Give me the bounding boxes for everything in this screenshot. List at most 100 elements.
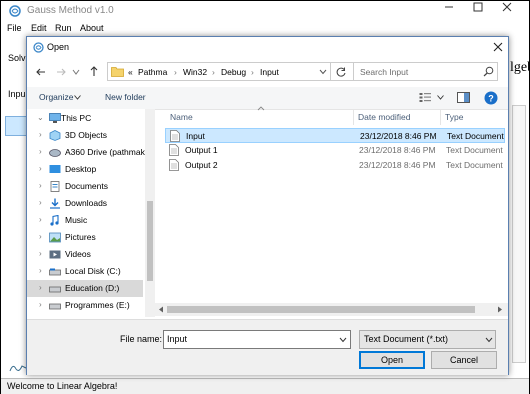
column-type[interactable]: Type xyxy=(445,112,463,122)
menubar: File Edit Run About xyxy=(1,20,529,37)
column-divider[interactable] xyxy=(440,109,441,125)
open-dialog: Open « Pathma › Win32 › Debug › Input Se… xyxy=(26,36,509,375)
filetype-select[interactable]: Text Document (*.txt) xyxy=(359,330,496,349)
chevron-down-icon[interactable] xyxy=(437,95,444,100)
search-icon[interactable] xyxy=(483,66,494,77)
file-row-output-1[interactable]: Output 1 23/12/2018 8:46 PM Text Documen… xyxy=(165,143,505,158)
refresh-icon[interactable] xyxy=(335,66,347,78)
nav-a360-drive[interactable]: › A360 Drive (pathmak xyxy=(27,144,145,161)
app-logo-icon xyxy=(9,5,21,17)
chevron-down-icon[interactable] xyxy=(339,337,347,343)
column-name[interactable]: Name xyxy=(170,112,193,122)
breadcrumb-separator: › xyxy=(251,67,254,77)
file-date: 23/12/2018 8:46 PM xyxy=(360,131,437,141)
pc-icon xyxy=(49,113,61,123)
folder-icon xyxy=(111,67,124,77)
chevron-right-icon[interactable]: › xyxy=(39,130,42,139)
svg-text:?: ? xyxy=(488,94,494,104)
breadcrumb-input[interactable]: Input xyxy=(260,67,279,77)
text-file-icon xyxy=(169,144,179,156)
disk-icon xyxy=(49,303,61,310)
nav-education-d[interactable]: › Education (D:) xyxy=(27,280,143,297)
column-date-modified[interactable]: Date modified xyxy=(358,112,410,122)
chevron-right-icon[interactable]: › xyxy=(39,215,42,224)
file-name: Input xyxy=(186,131,205,141)
nav-documents[interactable]: › Documents xyxy=(27,178,143,195)
chevron-right-icon[interactable]: › xyxy=(39,198,42,207)
chevron-right-icon[interactable]: › xyxy=(39,232,42,241)
chevron-down-icon[interactable] xyxy=(319,69,327,75)
back-arrow-icon[interactable] xyxy=(35,66,47,78)
new-folder-button[interactable]: New folder xyxy=(105,92,146,102)
nav-this-pc[interactable]: ⌄ This PC xyxy=(27,110,143,127)
breadcrumb-pathma[interactable]: Pathma xyxy=(138,67,167,77)
file-type: Text Document xyxy=(446,160,503,170)
nav-videos[interactable]: › Videos xyxy=(27,246,143,263)
open-button[interactable]: Open xyxy=(359,351,425,369)
nav-label: Music xyxy=(65,215,88,225)
nav-scrollbar-thumb[interactable] xyxy=(147,201,153,281)
chevron-right-icon[interactable]: › xyxy=(39,283,42,292)
chevron-right-icon[interactable]: › xyxy=(39,300,42,309)
search-placeholder: Search Input xyxy=(360,67,409,77)
chevron-expanded-icon[interactable]: ⌄ xyxy=(37,113,44,122)
scroll-left-icon[interactable] xyxy=(158,306,164,313)
desktop-icon xyxy=(49,165,61,173)
search-box[interactable]: Search Input xyxy=(353,62,498,81)
chevron-down-icon xyxy=(485,337,493,343)
nav-label: This PC xyxy=(61,113,92,123)
chevron-right-icon[interactable]: › xyxy=(39,249,42,258)
breadcrumb-debug[interactable]: Debug xyxy=(221,67,246,77)
breadcrumb-win32[interactable]: Win32 xyxy=(183,67,207,77)
cancel-button[interactable]: Cancel xyxy=(431,351,497,369)
minimize-icon xyxy=(445,6,453,8)
close-button[interactable] xyxy=(493,1,521,19)
nav-local-disk-c[interactable]: › Local Disk (C:) xyxy=(27,263,143,280)
filetype-value: Text Document (*.txt) xyxy=(364,334,449,344)
nav-programmes-e[interactable]: › Programmes (E:) xyxy=(27,297,143,314)
file-row-output-2[interactable]: Output 2 23/12/2018 8:46 PM Text Documen… xyxy=(165,158,505,173)
chevron-right-icon[interactable]: › xyxy=(39,164,42,173)
nav-music[interactable]: › Music xyxy=(27,212,143,229)
view-options-icon[interactable] xyxy=(419,92,432,103)
nav-downloads[interactable]: › Downloads xyxy=(27,195,143,212)
file-date: 23/12/2018 8:46 PM xyxy=(359,145,436,155)
nav-pictures[interactable]: › Pictures xyxy=(27,229,143,246)
address-bar[interactable]: « Pathma › Win32 › Debug › Input xyxy=(107,62,357,81)
help-icon[interactable]: ? xyxy=(484,91,498,105)
recent-locations-icon[interactable] xyxy=(72,68,80,76)
file-row-input[interactable]: Input 23/12/2018 8:46 PM Text Document xyxy=(165,128,505,143)
chevron-right-icon[interactable]: › xyxy=(39,147,42,156)
nav-3d-objects[interactable]: › 3D Objects xyxy=(27,127,143,144)
close-icon xyxy=(493,42,503,52)
chevron-right-icon[interactable]: › xyxy=(39,266,42,275)
downloads-icon xyxy=(50,198,60,209)
forward-arrow-icon[interactable] xyxy=(55,66,67,78)
menu-edit[interactable]: Edit xyxy=(31,23,47,33)
scroll-right-icon[interactable] xyxy=(497,306,503,313)
cube-icon xyxy=(49,130,61,141)
app-scrollbar[interactable] xyxy=(512,105,526,363)
filename-input[interactable]: Input xyxy=(163,330,351,349)
column-divider[interactable] xyxy=(353,109,354,125)
hscrollbar-thumb[interactable] xyxy=(167,306,475,313)
disk-icon xyxy=(49,268,61,276)
nav-desktop[interactable]: › Desktop xyxy=(27,161,143,178)
maximize-button[interactable] xyxy=(464,1,492,19)
documents-icon xyxy=(50,181,60,192)
file-type: Text Document xyxy=(446,145,503,155)
filename-label: File name: xyxy=(120,334,163,344)
minimize-button[interactable] xyxy=(435,1,463,19)
nav-label: A360 Drive (pathmak xyxy=(65,147,145,157)
nav-label: Downloads xyxy=(65,198,108,208)
menu-file[interactable]: File xyxy=(7,23,22,33)
chevron-right-icon[interactable]: › xyxy=(39,181,42,190)
preview-pane-icon[interactable] xyxy=(457,92,470,103)
dialog-close-button[interactable] xyxy=(488,38,508,58)
menu-run[interactable]: Run xyxy=(55,23,72,33)
nav-label: Programmes (E:) xyxy=(65,300,130,310)
up-arrow-icon[interactable] xyxy=(88,65,100,77)
cloud-drive-icon xyxy=(49,149,61,157)
organize-button[interactable]: Organize xyxy=(39,92,74,102)
menu-about[interactable]: About xyxy=(80,23,104,33)
